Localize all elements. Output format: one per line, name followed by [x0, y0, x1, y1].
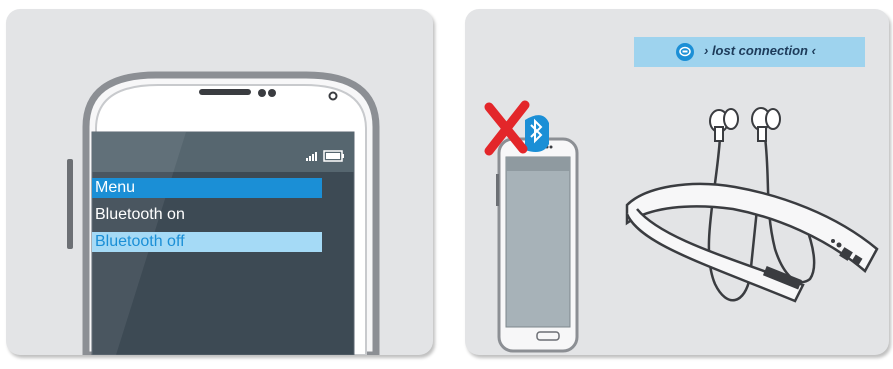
lost-connection-banner: › lost connection ‹ — [634, 37, 865, 67]
chat-bubble-icon — [676, 43, 694, 61]
bluetooth-icon — [525, 115, 549, 152]
lost-connection-text: › lost connection ‹ — [704, 43, 816, 58]
menu-title: Menu — [92, 178, 322, 198]
menu-item-bluetooth-on[interactable]: Bluetooth on — [92, 205, 322, 225]
menu-item-bluetooth-off[interactable]: Bluetooth off — [92, 232, 322, 252]
